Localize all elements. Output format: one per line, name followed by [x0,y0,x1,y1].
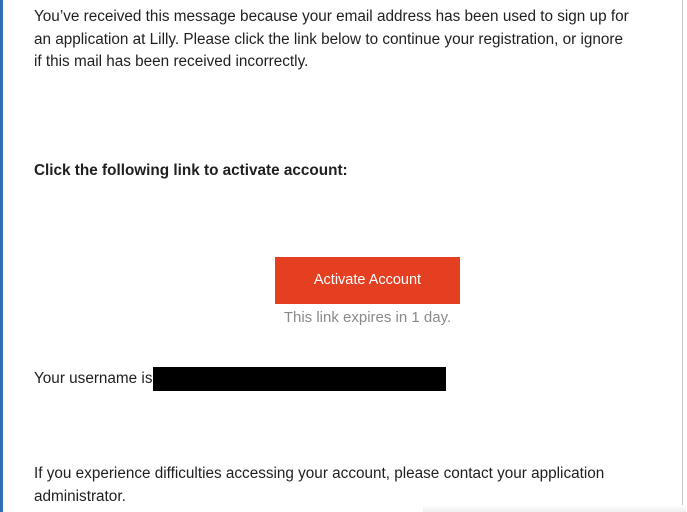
activate-account-button[interactable]: Activate Account [275,257,460,304]
activate-account-label: Activate Account [313,272,422,289]
intro-line-3: if this mail has been received incorrect… [34,53,309,70]
username-line: Your username is [34,367,447,391]
support-line-1: If you experience difficulties accessing… [34,465,605,482]
intro-line-2: an application at Lilly. Please click th… [34,30,623,48]
activation-heading: Click the following link to activate acc… [34,162,348,179]
intro-paragraph: You’ve received this message because you… [34,6,687,74]
username-label: Your username is [34,369,153,387]
bottom-shadow [423,505,686,512]
redacted-username [153,367,447,391]
email-body: You’ve received this message because you… [0,0,686,512]
support-line-2: administrator. [34,487,126,505]
support-paragraph: If you experience difficulties accessing… [34,463,674,508]
link-expiry-note: This link expires in 1 day. [283,309,452,326]
intro-line-1: You’ve received this message because you… [34,8,629,25]
